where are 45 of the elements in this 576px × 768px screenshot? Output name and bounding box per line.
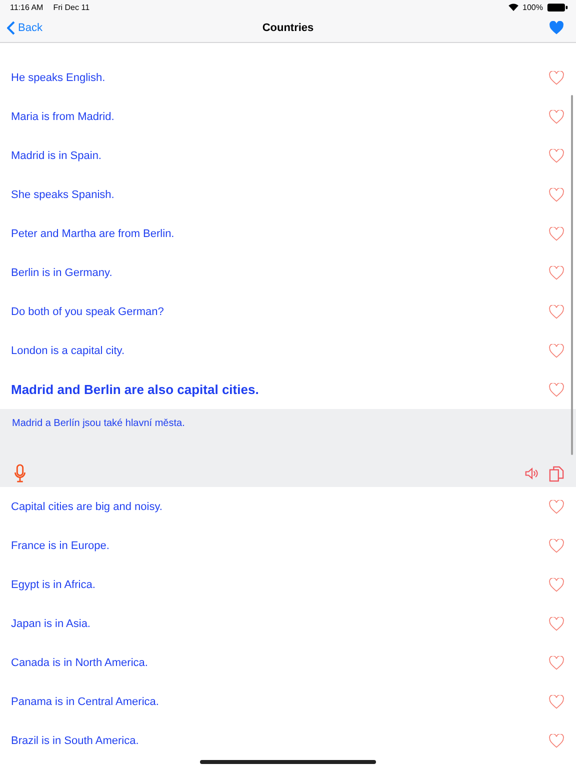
phrase-text[interactable]: Panama is in Central America.	[11, 696, 159, 708]
phrase-text[interactable]: Madrid is in Spain.	[11, 150, 102, 162]
heart-icon[interactable]	[549, 538, 564, 552]
heart-icon[interactable]	[549, 734, 564, 748]
phrase-text[interactable]: She speaks Spanish.	[11, 188, 114, 200]
phrase-text[interactable]: London is a capital city.	[11, 344, 125, 356]
status-time: 11:16 AM	[10, 2, 44, 12]
copy-icon[interactable]	[549, 466, 564, 482]
heart-icon[interactable]	[549, 266, 564, 280]
heart-icon[interactable]	[549, 578, 564, 592]
speaker-icon[interactable]	[525, 467, 539, 480]
heart-icon[interactable]	[549, 226, 564, 240]
heart-icon[interactable]	[549, 110, 564, 124]
heart-icon[interactable]	[549, 344, 564, 358]
heart-icon[interactable]	[549, 148, 564, 162]
phrase-text[interactable]: He speaks English.	[11, 72, 106, 84]
phrase-text[interactable]: Maria is from Madrid.	[11, 110, 114, 122]
heart-icon[interactable]	[549, 304, 564, 318]
status-date: Fri Dec 11	[53, 2, 90, 12]
heart-icon[interactable]	[549, 70, 564, 84]
phrase-text[interactable]: Do both of you speak German?	[11, 306, 164, 318]
heart-icon[interactable]	[549, 694, 564, 708]
phrase-text[interactable]: Capital cities are big and noisy.	[11, 500, 162, 512]
heart-icon[interactable]	[549, 188, 564, 202]
battery-percent: 100%	[522, 2, 543, 12]
phrase-text[interactable]: France is in Europe.	[11, 540, 110, 552]
phrase-text[interactable]: Egypt is in Africa.	[11, 578, 96, 590]
phrase-text[interactable]: Madrid and Berlin are also capital cities.	[11, 382, 259, 397]
back-button[interactable]: Back	[7, 21, 42, 35]
phrase-text[interactable]: Peter and Martha are from Berlin.	[11, 228, 174, 240]
translation-text: Madrid a Berlín jsou také hlavní města.	[12, 418, 186, 429]
wifi-icon	[508, 3, 519, 11]
phrase-text[interactable]: Canada is in North America.	[11, 656, 148, 668]
heart-icon[interactable]	[549, 382, 564, 396]
screen-title: Countries	[262, 22, 314, 34]
heart-icon[interactable]	[549, 616, 564, 630]
microphone-icon[interactable]	[14, 464, 26, 483]
chevron-left-icon[interactable]	[7, 21, 15, 35]
heart-icon[interactable]	[549, 500, 564, 514]
phrase-text[interactable]: Brazil is in South America.	[11, 734, 139, 746]
favorites-heart-icon[interactable]	[549, 21, 564, 35]
heart-icon[interactable]	[549, 656, 564, 670]
battery-icon	[547, 2, 568, 12]
phrase-text[interactable]: Berlin is in Germany.	[11, 266, 112, 278]
phrase-text[interactable]: Japan is in Asia.	[11, 618, 90, 630]
